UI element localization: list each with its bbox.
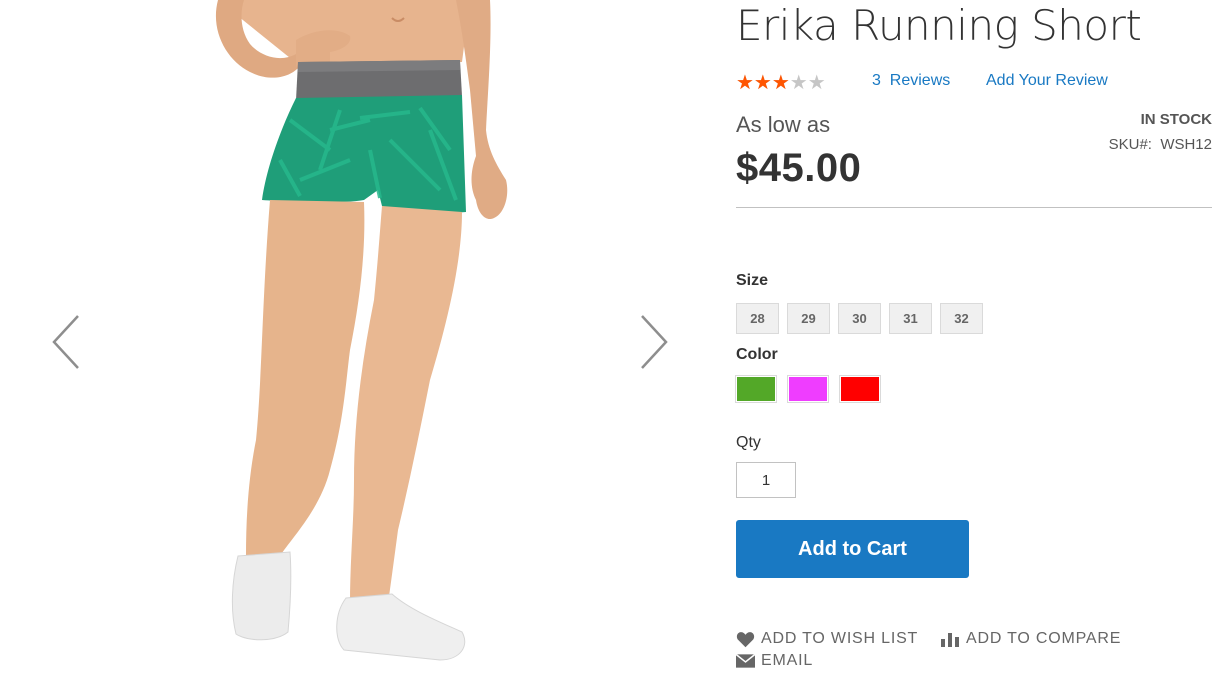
heart-icon bbox=[736, 631, 755, 647]
sku-value: WSH12 bbox=[1160, 136, 1212, 153]
wishlist-label: ADD TO WISH LIST bbox=[761, 630, 919, 647]
size-swatch-32[interactable]: 32 bbox=[940, 303, 983, 334]
product-title: Erika Running Short bbox=[736, 1, 1142, 50]
product-price: $45.00 bbox=[736, 146, 862, 190]
envelope-icon bbox=[736, 654, 755, 668]
product-gallery bbox=[0, 0, 710, 674]
qty-label: Qty bbox=[736, 434, 761, 451]
price-prefix: As low as bbox=[736, 112, 831, 137]
compare-label: ADD TO COMPARE bbox=[966, 630, 1122, 647]
stars-filled: ★★★★★ bbox=[736, 72, 790, 92]
sku: SKU#: WSH12 bbox=[1109, 136, 1212, 153]
reviews-label: Reviews bbox=[889, 72, 951, 89]
color-swatch-green[interactable] bbox=[735, 375, 777, 403]
star-rating: ★★★★★ ★★★★★ bbox=[736, 72, 826, 92]
email-label: EMAIL bbox=[761, 652, 814, 669]
color-swatches bbox=[735, 375, 881, 403]
gallery-next-button[interactable] bbox=[636, 312, 676, 372]
add-to-wishlist-link[interactable]: ADD TO WISH LIST bbox=[736, 630, 918, 648]
chevron-right-icon bbox=[641, 315, 668, 369]
size-swatches: 28 29 30 31 32 bbox=[736, 303, 983, 334]
size-swatch-28[interactable]: 28 bbox=[736, 303, 779, 334]
reviews-link[interactable]: 3 Reviews bbox=[872, 72, 950, 90]
color-label: Color bbox=[736, 346, 778, 363]
email-link[interactable]: EMAIL bbox=[736, 652, 813, 670]
sku-label: SKU#: bbox=[1108, 136, 1152, 153]
size-swatch-29[interactable]: 29 bbox=[787, 303, 830, 334]
stock-status: IN STOCK bbox=[1140, 111, 1212, 128]
size-label: Size bbox=[736, 272, 769, 289]
color-swatch-red[interactable] bbox=[839, 375, 881, 403]
gallery-prev-button[interactable] bbox=[48, 312, 88, 372]
add-to-compare-link[interactable]: ADD TO COMPARE bbox=[940, 630, 1121, 648]
add-to-cart-button[interactable]: Add to Cart bbox=[736, 520, 969, 578]
size-swatch-31[interactable]: 31 bbox=[889, 303, 932, 334]
chevron-left-icon bbox=[52, 315, 79, 369]
size-swatch-30[interactable]: 30 bbox=[838, 303, 881, 334]
product-image bbox=[215, 0, 508, 661]
add-review-link[interactable]: Add Your Review bbox=[986, 72, 1108, 90]
rating-summary: ★★★★★ ★★★★★ bbox=[736, 70, 826, 94]
bar-chart-icon bbox=[941, 633, 959, 647]
qty-input[interactable] bbox=[736, 462, 796, 498]
reviews-count: 3 bbox=[872, 72, 881, 89]
divider bbox=[736, 207, 1212, 208]
color-swatch-purple[interactable] bbox=[787, 375, 829, 403]
